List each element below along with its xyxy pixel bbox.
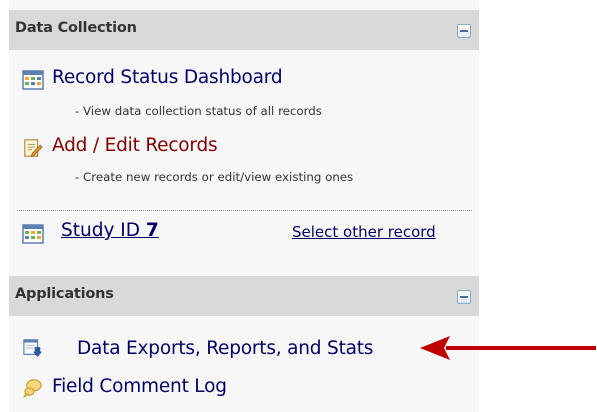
- data-collection-title: Data Collection: [15, 20, 137, 36]
- record-id-label: Study ID: [61, 220, 140, 241]
- left-menu-panel: Data Collection Record Status Dashboard …: [9, 0, 479, 412]
- applications-title: Applications: [15, 286, 114, 302]
- field-comment-log-link[interactable]: Field Comment Log: [9, 372, 419, 400]
- record-status-dashboard-description: - View data collection status of all rec…: [75, 104, 322, 118]
- applications-header: Applications: [9, 276, 479, 316]
- field-comment-log-label: Field Comment Log: [52, 376, 227, 397]
- record-table-icon: [22, 224, 44, 244]
- data-export-icon: [23, 339, 43, 358]
- record-status-dashboard-link[interactable]: Record Status Dashboard - View data coll…: [9, 64, 469, 124]
- add-edit-records-label: Add / Edit Records: [52, 135, 218, 156]
- record-status-dashboard-label: Record Status Dashboard: [52, 67, 283, 88]
- applications-collapse-button[interactable]: [457, 290, 471, 304]
- add-edit-records-link[interactable]: Add / Edit Records - Create new records …: [9, 132, 469, 192]
- data-collection-header: Data Collection: [9, 10, 479, 50]
- minus-icon: [460, 296, 468, 298]
- record-id-value: 7: [145, 220, 159, 241]
- add-edit-records-description: - Create new records or edit/view existi…: [75, 170, 354, 184]
- data-exports-link[interactable]: Data Exports, Reports, and Stats: [9, 334, 419, 362]
- current-record-link[interactable]: Study ID 7: [61, 220, 159, 241]
- minus-icon: [460, 30, 468, 32]
- red-pointer-arrow-icon: [420, 336, 596, 360]
- dashboard-table-icon: [22, 70, 44, 90]
- data-exports-label: Data Exports, Reports, and Stats: [77, 338, 374, 359]
- select-other-record-link[interactable]: Select other record: [292, 223, 436, 241]
- edit-document-icon: [24, 139, 43, 157]
- comment-bubble-icon: [22, 379, 42, 398]
- data-collection-collapse-button[interactable]: [457, 24, 471, 38]
- section-divider: [17, 210, 472, 211]
